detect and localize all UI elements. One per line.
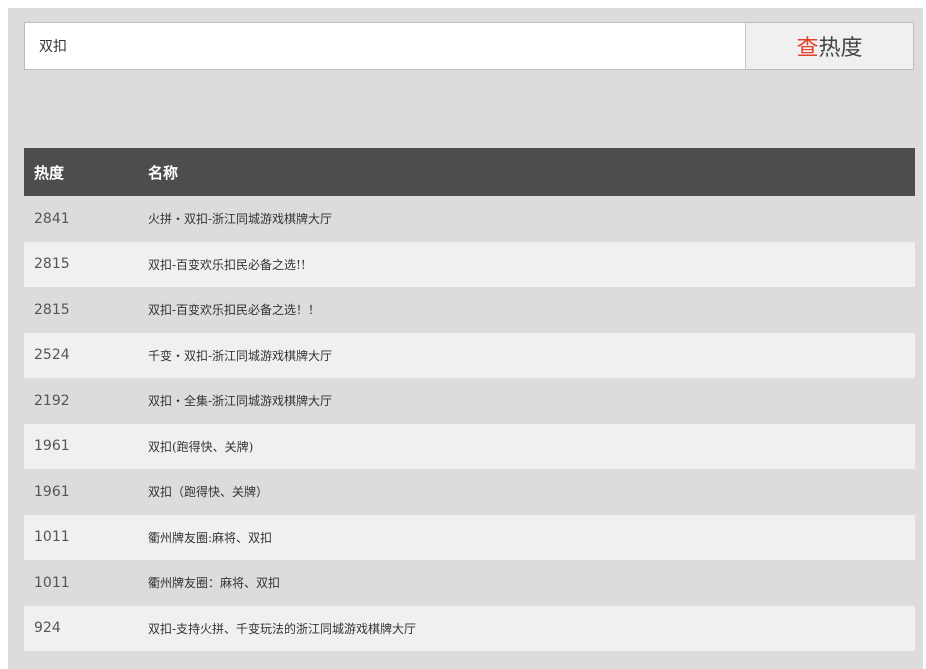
cell-name: 千变・双扣-浙江同城游戏棋牌大厅: [148, 348, 333, 363]
cell-name: 衢州牌友圈:麻将、双扣: [148, 530, 273, 545]
search-button-label: 热度: [818, 36, 863, 61]
search-bar: 查热度: [24, 22, 914, 70]
cell-heat: 2524: [34, 347, 70, 364]
cell-name: 火拼・双扣-浙江同城游戏棋牌大厅: [148, 212, 333, 227]
results-table: 热度 名称 2841 火拼・双扣-浙江同城游戏棋牌大厅 2815 双扣-百变欢乐…: [24, 148, 915, 651]
cell-heat: 1011: [34, 529, 70, 546]
table-row[interactable]: 1961 双扣(跑得快、关牌): [24, 423, 915, 469]
table-header: 热度 名称: [24, 148, 915, 196]
cell-name: 双扣(跑得快、关牌): [148, 439, 254, 454]
header-name: 名称: [148, 163, 179, 182]
search-button[interactable]: 查热度: [745, 23, 913, 69]
search-input[interactable]: [25, 23, 745, 69]
table-row[interactable]: 2192 双扣・全集-浙江同城游戏棋牌大厅: [24, 378, 915, 424]
search-button-accent: 查: [796, 36, 819, 61]
table-row[interactable]: 1011 衢州牌友圈:麻将、双扣: [24, 514, 915, 560]
cell-heat: 2841: [34, 210, 70, 227]
cell-name: 衢州牌友圈：麻将、双扣: [148, 576, 281, 591]
cell-name: 双扣-支持火拼、千变玩法的浙江同城游戏棋牌大厅: [148, 621, 417, 636]
cell-heat: 1961: [34, 438, 70, 455]
table-row[interactable]: 1961 双扣（跑得快、关牌）: [24, 469, 915, 515]
table-row[interactable]: 2815 双扣-百变欢乐扣民必备之选！！: [24, 287, 915, 333]
table-row[interactable]: 2841 火拼・双扣-浙江同城游戏棋牌大厅: [24, 196, 915, 242]
table-row[interactable]: 1011 衢州牌友圈：麻将、双扣: [24, 560, 915, 606]
cell-heat: 2815: [34, 301, 70, 318]
header-heat: 热度: [34, 163, 65, 182]
cell-name: 双扣（跑得快、关牌）: [148, 485, 269, 500]
cell-heat: 924: [34, 620, 61, 637]
cell-heat: 2815: [34, 256, 70, 273]
cell-heat: 2192: [34, 392, 70, 409]
cell-heat: 1011: [34, 574, 70, 591]
cell-name: 双扣-百变欢乐扣民必备之选！！: [148, 303, 321, 318]
cell-name: 双扣・全集-浙江同城游戏棋牌大厅: [148, 394, 333, 409]
table-row[interactable]: 2815 双扣-百变欢乐扣民必备之选!!: [24, 241, 915, 287]
cell-name: 双扣-百变欢乐扣民必备之选!!: [148, 257, 306, 272]
cell-heat: 1961: [34, 483, 70, 500]
table-row[interactable]: 924 双扣-支持火拼、千变玩法的浙江同城游戏棋牌大厅: [24, 605, 915, 651]
table-row[interactable]: 2524 千变・双扣-浙江同城游戏棋牌大厅: [24, 332, 915, 378]
